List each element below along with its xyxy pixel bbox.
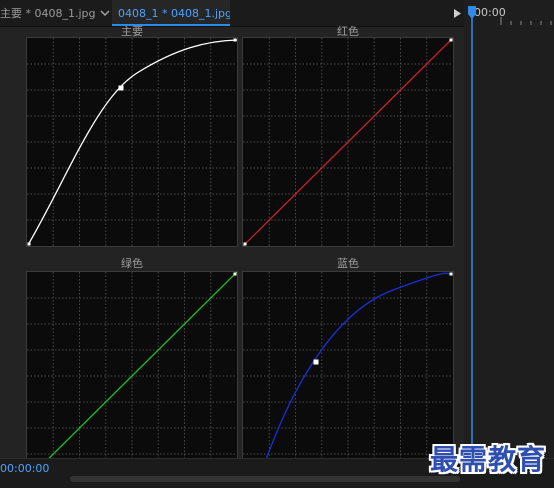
curve-endpoint[interactable] [449, 38, 453, 42]
master-curve-panel: 主要 [26, 26, 238, 247]
curve-endpoint[interactable] [243, 242, 247, 246]
blue-curve-line[interactable] [258, 272, 453, 480]
curve-endpoint[interactable] [233, 38, 237, 42]
tab-master-label: 主要 * 0408_1.jpg [0, 7, 96, 20]
tab-clip[interactable]: 0408_1 * 0408_1.jpg [112, 0, 230, 26]
green-curve-label: 绿色 [121, 257, 143, 270]
blue-curve-graph[interactable] [242, 271, 454, 481]
red-curve-panel: 红色 [242, 26, 454, 247]
timeline-ruler [500, 17, 552, 25]
watermark-logo: 最需教育 [430, 443, 547, 476]
chevron-down-icon[interactable] [99, 7, 111, 19]
curve-control-point[interactable] [313, 359, 319, 365]
curve-endpoint[interactable] [449, 272, 453, 276]
current-timecode[interactable]: 00:00:00 [0, 462, 49, 475]
master-curve-graph[interactable] [26, 37, 238, 247]
timeline-panel [464, 0, 554, 487]
grid-lines [243, 272, 453, 480]
blue-curve-panel: 蓝色 [242, 257, 454, 481]
curve-endpoint[interactable] [233, 272, 237, 276]
curve-endpoint[interactable] [27, 242, 31, 246]
blue-curve-label: 蓝色 [337, 257, 359, 270]
tab-master[interactable]: 主要 * 0408_1.jpg [0, 0, 112, 26]
grid-lines [27, 38, 237, 246]
red-curve-graph[interactable] [242, 37, 454, 247]
horizontal-scrollbar[interactable] [70, 476, 460, 482]
playhead[interactable] [468, 6, 476, 484]
green-curve-panel: 绿色 [26, 257, 238, 481]
green-curve-graph[interactable] [26, 271, 238, 481]
curve-control-point[interactable] [118, 85, 124, 91]
play-marker-icon[interactable] [454, 9, 461, 18]
tab-clip-label: 0408_1 * 0408_1.jpg [118, 7, 230, 20]
